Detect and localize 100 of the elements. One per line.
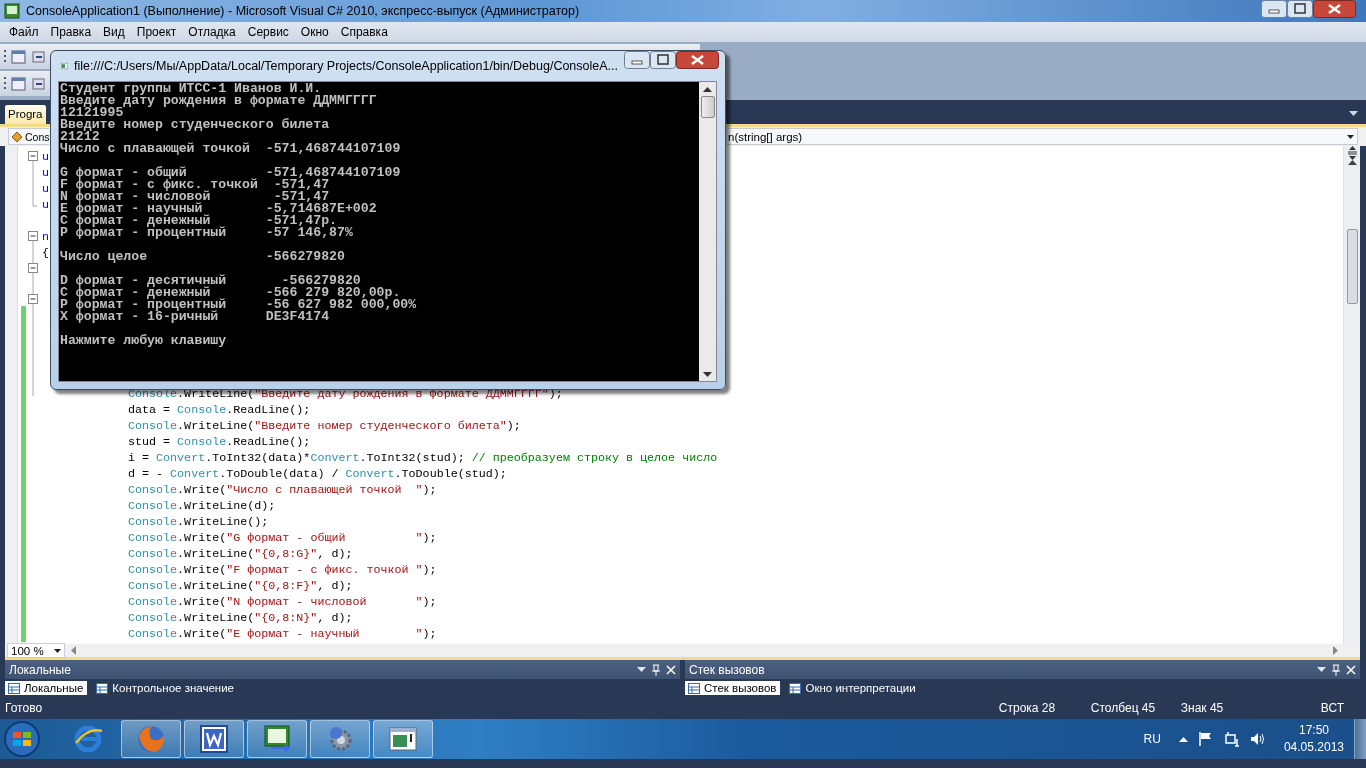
split-handle-icon[interactable] [1346,146,1358,160]
scroll-up-icon[interactable] [703,87,712,92]
console-line: Введите номер студенческого билета [60,119,331,131]
member-combo[interactable]: n(string[] args) [727,128,1358,145]
panel-tab[interactable]: Контрольное значение [93,681,238,695]
clock-date[interactable]: 04.05.2013 [1283,739,1344,756]
menu-item[interactable]: Файл [3,23,45,41]
speaker-icon[interactable] [1249,731,1266,747]
code-line: Console.WriteLine("Введите номер студенческого билета"); [128,418,522,434]
word-icon [198,723,230,755]
console-line: D формат - десятичный -566279820 [60,272,361,287]
dropdown-arrow-icon[interactable] [637,667,646,672]
panel-tab[interactable]: Локальные [5,681,88,695]
dropdown-arrow-icon [54,648,61,653]
maximize-button[interactable] [650,51,676,69]
menu-item[interactable]: Проект [130,23,183,41]
close-icon[interactable] [666,664,676,675]
scroll-thumb[interactable] [1346,229,1358,304]
panel-title: Локальные [9,662,72,677]
pin-icon[interactable] [652,663,660,676]
browser-icon [72,723,104,755]
code-line: Console.Write("E формат - научный "); [128,626,438,642]
taskbar-button[interactable] [247,720,307,758]
menu-item[interactable]: Отладка [182,23,242,41]
dropdown-arrow-icon[interactable] [1349,111,1358,116]
console-line: G формат - общий -571,468744107109 [60,164,402,179]
panel-tab[interactable]: Стек вызовов [685,681,781,695]
zoom-combo[interactable]: 100 % [7,643,65,658]
code-line: Console.WriteLine(d); [128,498,277,514]
maximize-button[interactable] [1287,0,1313,18]
scroll-right-icon[interactable] [1333,646,1338,655]
code-line: Console.Write("Число с плавающей точкой "); [128,482,438,498]
console-line: P формат - процентный -57 146,87% [60,227,354,239]
class-icon [11,130,23,143]
code-fragment: n [41,229,49,245]
minimize-button[interactable] [624,51,650,69]
toolbar-grip[interactable] [4,48,7,65]
pin-icon[interactable] [1332,663,1340,676]
taskbar-button[interactable] [184,720,244,758]
globe-icon [135,723,167,755]
close-button[interactable] [676,51,719,69]
console-line: X формат - 16-ричный DE3F4174 [60,311,331,323]
menu-item[interactable]: Справка [334,23,394,41]
language-indicator[interactable]: RU [1143,732,1161,746]
type-combo[interactable]: Cons [8,128,49,145]
network-icon[interactable] [1223,731,1240,747]
panel-tab[interactable]: Окно интерпретации [786,681,920,695]
scroll-left-icon[interactable] [71,646,76,655]
console-scrollbar[interactable] [699,82,716,381]
close-button[interactable] [1313,0,1356,18]
code-fragment: { [41,245,49,261]
taskbar-button[interactable] [373,720,433,758]
grid-icon [8,682,20,694]
start-button[interactable] [2,720,42,758]
code-line: Console.Write("N формат - числовой "); [128,594,438,610]
scroll-thumb[interactable] [700,96,715,118]
vertical-scrollbar[interactable] [1343,146,1360,644]
status-text: Готово [5,700,44,715]
console-line: 21212 [60,131,100,143]
chevron-up-icon[interactable] [1178,736,1188,742]
window-title: ConsoleApplication1 (Выполнение) - Microsoft Visual C# 2010, экспресс-выпуск (Администратор) [26,4,581,18]
console-line: Число с плавающей точкой -571,468744107109 [60,143,402,155]
menu-item[interactable]: Окно [294,23,335,41]
code-fragment: u [41,149,49,165]
code-window-icon [261,723,293,755]
console-line: C формат - денежный -571,47р. [60,215,337,227]
code-fragment: u [41,197,49,213]
console-line: Нажмите любую клавишу [60,332,228,347]
dropdown-arrow-icon[interactable] [1317,667,1326,672]
console-line: 12121995 [60,107,124,119]
scroll-down-icon[interactable] [703,372,712,377]
code-line: Console.WriteLine("{0,8:F}", d); [128,578,354,594]
insert-mode: ВСТ [1320,700,1344,715]
grid-icon [96,682,109,694]
code-line: Console.Write("F формат - с фикс. точкой "); [128,562,438,578]
code-line: Console.Write("G формат - общий "); [128,530,438,546]
menu-item[interactable]: Сервис [241,23,295,41]
taskbar-button[interactable] [310,720,370,758]
code-line: Console.WriteLine(); [128,514,270,530]
code-line: d = - Convert.ToDouble(data) / Convert.ToDouble(stud); [128,466,508,482]
close-icon[interactable] [1346,664,1356,675]
flag-icon[interactable] [1197,731,1214,747]
document-tab[interactable]: Progra [5,105,46,124]
menu-item[interactable]: Вид [97,23,131,41]
code-line: Console.WriteLine("{0,8:G}", d); [128,546,354,562]
code-line: Console.WriteLine("{0,8:N}", d); [128,610,354,626]
console-line: Введите дату рождения в формате ДДММГГГГ [60,95,378,107]
window-icon[interactable] [11,75,27,92]
code-line: stud = Console.ReadLine(); [128,434,312,450]
console-line: P формат - процентный -56 627 982 000,00% [60,299,418,311]
toolbar-grip[interactable] [4,75,7,92]
console-line: C формат - денежный -566 279 820,00р. [60,287,401,299]
menu-item[interactable]: Правка [44,23,98,41]
grid-icon [688,682,700,694]
minimize-button[interactable] [1261,0,1287,18]
clock-time[interactable]: 17:50 [1298,722,1329,739]
console-line: F формат - с фикс. точкой -571,47 [60,179,330,191]
code-line: data = Console.ReadLine(); [128,402,312,418]
console-line: E формат - научный -5,714687E+002 [60,203,378,215]
column-number: Столбец 45 [1090,700,1157,715]
